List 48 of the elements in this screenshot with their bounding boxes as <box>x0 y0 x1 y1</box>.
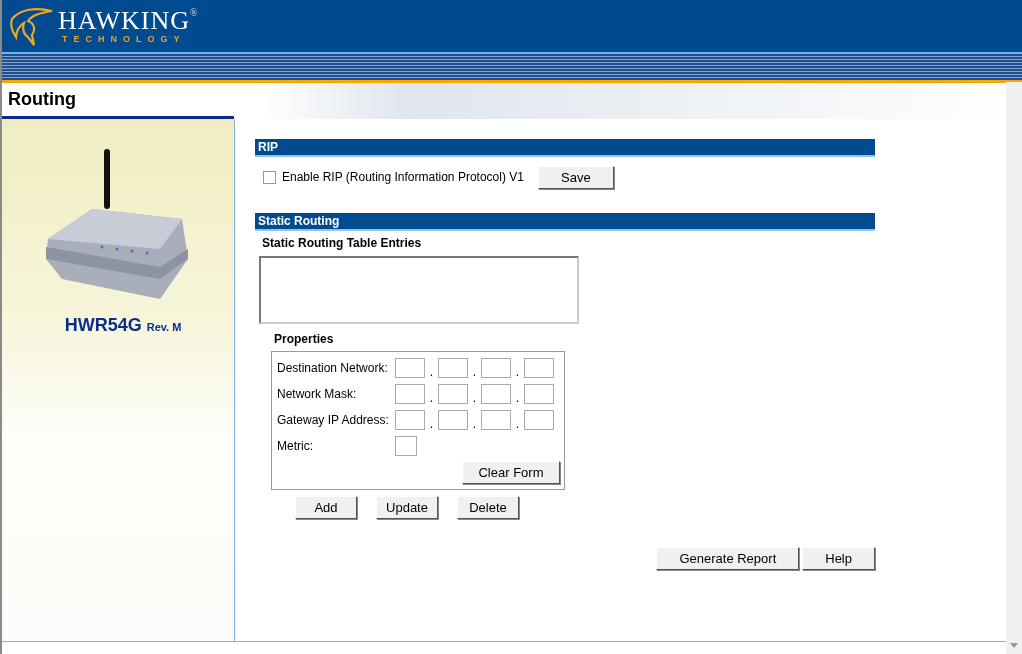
field-label: Destination Network: <box>277 361 389 375</box>
octet-input[interactable] <box>524 384 554 404</box>
octet-input[interactable] <box>524 410 554 430</box>
octet-separator: . <box>428 365 435 379</box>
routing-table-list[interactable] <box>259 256 579 324</box>
octet-input[interactable] <box>481 384 511 404</box>
octet-separator: . <box>514 391 521 405</box>
action-button[interactable]: Add <box>295 496 357 519</box>
metric-input[interactable] <box>395 436 417 456</box>
bird-head-logo-icon <box>10 5 54 47</box>
octet-input[interactable] <box>438 358 468 378</box>
octet-separator: . <box>428 417 435 431</box>
action-button[interactable]: Delete <box>457 496 519 519</box>
octet-separator: . <box>514 417 521 431</box>
octet-input[interactable] <box>395 384 425 404</box>
page-title: Routing <box>8 89 76 110</box>
logo-wordmark: HAWKING <box>58 8 190 34</box>
properties-label: Properties <box>274 332 335 346</box>
section-header: RIP <box>255 139 875 157</box>
octet-input[interactable] <box>395 410 425 430</box>
field-label: Metric: <box>277 439 314 453</box>
model-name: HWR54G <box>64 315 142 336</box>
octet-input[interactable] <box>438 410 468 430</box>
octet-separator: . <box>471 417 478 431</box>
octet-separator: . <box>514 365 521 379</box>
octet-input[interactable] <box>524 358 554 378</box>
octet-input[interactable] <box>481 410 511 430</box>
octet-input[interactable] <box>481 358 511 378</box>
clear-form-button[interactable]: Clear Form <box>462 461 560 484</box>
field-label: Gateway IP Address: <box>277 413 390 427</box>
octet-input[interactable] <box>395 358 425 378</box>
rip-checkbox[interactable] <box>263 170 276 184</box>
section-header: Static Routing <box>255 213 875 231</box>
table-label: Static Routing Table Entries <box>262 236 423 250</box>
registered-mark: ® <box>190 8 199 18</box>
footer-button[interactable]: Help <box>802 547 875 570</box>
octet-separator: . <box>471 391 478 405</box>
action-button[interactable]: Update <box>376 496 438 519</box>
logo-subtitle: TECHNOLOGY <box>62 34 186 44</box>
octet-input[interactable] <box>438 384 468 404</box>
save-button[interactable]: Save <box>537 165 614 189</box>
octet-separator: . <box>471 365 478 379</box>
scroll-down-icon[interactable] <box>1010 643 1018 648</box>
footer-button[interactable]: Generate Report <box>656 547 800 570</box>
field-label: Network Mask: <box>277 387 358 401</box>
octet-separator: . <box>428 391 435 405</box>
checkbox-label: Enable RIP (Routing Information Protocol) V1 <box>282 170 524 184</box>
model-revision: Rev. M <box>146 321 182 333</box>
